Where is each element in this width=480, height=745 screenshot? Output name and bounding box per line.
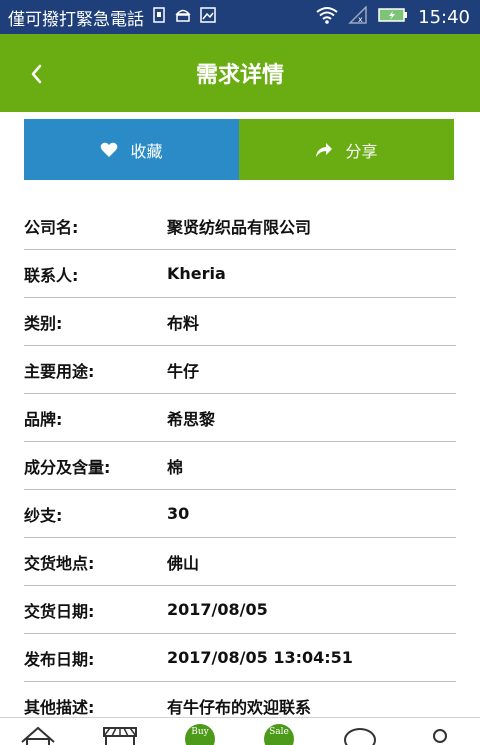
detail-value: 2017/08/05 13:04:51 (167, 648, 353, 667)
sim-icon (152, 6, 166, 28)
page-title: 需求详情 (195, 63, 284, 88)
store-icon (103, 727, 137, 745)
status-bar-left: 僅可撥打緊急電話 (8, 0, 216, 34)
status-bar: 僅可撥打緊急電話 x 15:40 (0, 0, 480, 34)
image-icon (200, 6, 216, 28)
detail-label: 纱支: (24, 505, 63, 525)
detail-row-company: 公司名: 聚贤纺织品有限公司 (24, 202, 456, 250)
favorite-label: 收藏 (130, 141, 163, 161)
nav-home[interactable] (18, 724, 58, 745)
detail-value: 2017/08/05 (167, 600, 268, 619)
detail-label: 成分及含量: (24, 457, 111, 477)
action-buttons: 收藏 分享 (24, 119, 454, 180)
detail-row-yarn-count: 纱支: 30 (24, 490, 456, 538)
detail-label: 发布日期: (24, 649, 95, 669)
detail-label: 交货日期: (24, 601, 95, 621)
detail-label: 品牌: (24, 409, 63, 429)
back-button[interactable] (18, 56, 54, 92)
detail-value: 牛仔 (167, 361, 200, 381)
detail-row-description: 其他描述: 有牛仔布的欢迎联系 (24, 682, 456, 717)
detail-content[interactable]: 收藏 分享 公司名: 聚贤纺织品有限公司 联系人: Kheria 类别: 布料 … (0, 112, 480, 717)
buy-badge-label: Buy (191, 727, 209, 737)
share-icon (316, 142, 333, 157)
buy-badge-icon: Buy (185, 724, 215, 745)
status-bar-right: x 15:40 (316, 0, 470, 34)
detail-label: 类别: (24, 313, 63, 333)
profile-icon (433, 729, 447, 743)
nav-messages[interactable] (340, 724, 380, 745)
detail-row-delivery-place: 交货地点: 佛山 (24, 538, 456, 586)
sale-badge-icon: Sale (264, 724, 294, 745)
detail-label: 主要用途: (24, 361, 95, 381)
detail-row-category: 类别: 布料 (24, 298, 456, 346)
nav-profile[interactable] (420, 724, 460, 745)
detail-value: 佛山 (167, 553, 200, 573)
detail-list: 公司名: 聚贤纺织品有限公司 联系人: Kheria 类别: 布料 主要用途: … (24, 202, 456, 717)
wifi-icon (316, 6, 338, 29)
detail-label: 联系人: (24, 265, 79, 285)
sale-badge-label: Sale (269, 727, 289, 737)
share-button[interactable]: 分享 (239, 119, 454, 180)
svg-text:x: x (358, 15, 363, 24)
back-arrow-icon (31, 64, 42, 84)
status-time: 15:40 (418, 6, 470, 28)
detail-value: 棉 (167, 457, 184, 477)
detail-value: Kheria (167, 264, 226, 283)
signal-icon: x (348, 4, 368, 29)
share-label: 分享 (345, 141, 378, 161)
detail-label: 其他描述: (24, 698, 95, 717)
nav-sale[interactable]: Sale (259, 724, 299, 745)
detail-value: 希思黎 (167, 409, 216, 429)
favorite-button[interactable]: 收藏 (24, 119, 239, 180)
detail-row-composition: 成分及含量: 棉 (24, 442, 456, 490)
detail-value: 聚贤纺织品有限公司 (167, 217, 312, 237)
detail-row-brand: 品牌: 希思黎 (24, 394, 456, 442)
chat-bubble-icon (344, 728, 376, 745)
detail-row-publish-date: 发布日期: 2017/08/05 13:04:51 (24, 634, 456, 682)
battery-charging-icon (378, 7, 408, 28)
detail-row-contact: 联系人: Kheria (24, 250, 456, 298)
app-header: 需求详情 (0, 34, 480, 112)
detail-row-usage: 主要用途: 牛仔 (24, 346, 456, 394)
detail-value: 布料 (167, 313, 200, 333)
detail-label: 公司名: (24, 217, 79, 237)
android-icon (174, 7, 192, 28)
nav-buy[interactable]: Buy (180, 724, 220, 745)
detail-label: 交货地点: (24, 553, 95, 573)
detail-value: 30 (167, 504, 190, 523)
carrier-text: 僅可撥打緊急電話 (8, 9, 144, 30)
heart-icon (101, 142, 118, 157)
detail-row-delivery-date: 交货日期: 2017/08/05 (24, 586, 456, 634)
home-icon (21, 726, 55, 745)
nav-store[interactable] (100, 724, 140, 745)
bottom-nav: Buy Sale (0, 717, 480, 745)
detail-value: 有牛仔布的欢迎联系 (167, 698, 312, 717)
